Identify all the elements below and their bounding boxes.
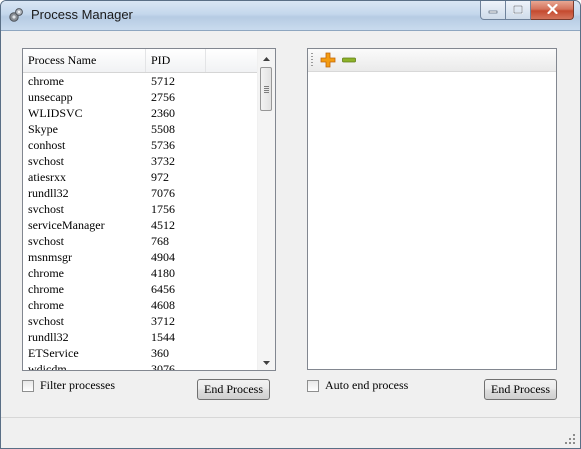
process-name-cell: chrome <box>28 74 64 88</box>
list-header: Process Name PID <box>23 49 257 73</box>
process-name-cell: unsecapp <box>28 90 73 104</box>
table-row[interactable]: svchost 1756 <box>23 201 257 217</box>
table-row[interactable]: ETService 360 <box>23 345 257 361</box>
column-header-process-name[interactable]: Process Name <box>23 49 146 72</box>
minimize-button[interactable] <box>480 1 506 20</box>
process-name-cell: svchost <box>28 314 64 328</box>
panel-toolbar <box>308 49 556 72</box>
pid-cell: 5736 <box>151 138 175 152</box>
process-name-cell: WLIDSVC <box>28 106 83 120</box>
table-row[interactable]: chrome 5712 <box>23 73 257 89</box>
table-row[interactable]: msnmsgr 4904 <box>23 249 257 265</box>
process-name-cell: conhost <box>28 138 66 152</box>
process-name-cell: chrome <box>28 298 64 312</box>
process-name-cell: serviceManager <box>28 218 105 232</box>
resize-grip-icon[interactable] <box>564 433 576 445</box>
pid-cell: 1756 <box>151 202 175 216</box>
pid-cell: 6456 <box>151 282 175 296</box>
table-row[interactable]: WLIDSVC 2360 <box>23 105 257 121</box>
maximize-button[interactable] <box>506 1 531 20</box>
pid-cell: 972 <box>151 170 169 184</box>
toolbar-grip[interactable] <box>311 53 313 67</box>
process-name-cell: svchost <box>28 234 64 248</box>
client-area: Process Name PID chrome 5712 unsecapp 2756 W… <box>9 31 572 417</box>
table-row[interactable]: wdicdm 3076 <box>23 361 257 371</box>
pid-cell: 768 <box>151 234 169 248</box>
column-header-pid[interactable]: PID <box>146 49 206 72</box>
table-row[interactable]: svchost 768 <box>23 233 257 249</box>
maximize-icon <box>513 3 523 18</box>
caption-buttons <box>480 1 574 21</box>
close-button[interactable] <box>531 1 574 20</box>
pid-cell: 4608 <box>151 298 175 312</box>
scroll-up-button[interactable] <box>258 49 275 66</box>
pid-cell: 3732 <box>151 154 175 168</box>
auto-end-process-label[interactable]: Auto end process <box>325 378 408 393</box>
table-row[interactable]: rundll32 1544 <box>23 329 257 345</box>
table-row[interactable]: serviceManager 4512 <box>23 217 257 233</box>
grip-line <box>264 90 269 91</box>
table-row[interactable]: svchost 3732 <box>23 153 257 169</box>
filter-processes-checkbox[interactable] <box>22 380 34 392</box>
process-name-cell: rundll32 <box>28 186 69 200</box>
grip-line <box>264 92 269 93</box>
minimize-icon <box>488 3 498 18</box>
pid-cell: 3712 <box>151 314 175 328</box>
close-icon <box>546 3 558 18</box>
process-name-cell: Skype <box>28 122 58 136</box>
table-row[interactable]: rundll32 7076 <box>23 185 257 201</box>
pid-cell: 360 <box>151 346 169 360</box>
vertical-scrollbar[interactable] <box>257 49 275 370</box>
grip-line <box>264 88 269 89</box>
pid-cell: 3076 <box>151 362 175 371</box>
table-row[interactable]: unsecapp 2756 <box>23 89 257 105</box>
table-row[interactable]: svchost 3712 <box>23 313 257 329</box>
process-name-cell: wdicdm <box>28 362 67 371</box>
pid-cell: 4512 <box>151 218 175 232</box>
process-rows: chrome 5712 unsecapp 2756 WLIDSVC 2360 Skype 55… <box>23 73 257 371</box>
pid-cell: 2756 <box>151 90 175 104</box>
pid-cell: 1544 <box>151 330 175 344</box>
filter-processes-label[interactable]: Filter processes <box>40 378 115 393</box>
title-bar[interactable]: Process Manager <box>1 1 580 31</box>
table-row[interactable]: Skype 5508 <box>23 121 257 137</box>
end-process-button-right[interactable]: End Process <box>484 379 557 400</box>
process-name-cell: svchost <box>28 202 64 216</box>
pid-cell: 2360 <box>151 106 175 120</box>
scroll-thumb[interactable] <box>260 67 272 111</box>
remove-icon[interactable] <box>341 52 357 68</box>
pid-cell: 5508 <box>151 122 175 136</box>
scroll-down-button[interactable] <box>258 353 275 370</box>
pid-cell: 4904 <box>151 250 175 264</box>
table-row[interactable]: conhost 5736 <box>23 137 257 153</box>
watch-list-panel[interactable] <box>307 48 557 370</box>
pid-cell: 7076 <box>151 186 175 200</box>
table-row[interactable]: chrome 4180 <box>23 265 257 281</box>
end-process-button-left[interactable]: End Process <box>197 379 270 400</box>
process-name-cell: rundll32 <box>28 330 69 344</box>
auto-end-process-checkbox[interactable] <box>307 380 319 392</box>
pid-cell: 5712 <box>151 74 175 88</box>
window-title: Process Manager <box>31 7 133 22</box>
add-icon[interactable] <box>320 52 336 68</box>
process-name-cell: svchost <box>28 154 64 168</box>
chevron-up-icon <box>263 50 270 65</box>
chevron-down-icon <box>263 354 270 369</box>
process-name-cell: chrome <box>28 266 64 280</box>
table-row[interactable]: chrome 6456 <box>23 281 257 297</box>
status-bar <box>1 417 580 448</box>
process-name-cell: atiesrxx <box>28 170 66 184</box>
gear-icon[interactable] <box>8 7 24 23</box>
pid-cell: 4180 <box>151 266 175 280</box>
process-name-cell: chrome <box>28 282 64 296</box>
process-name-cell: ETService <box>28 346 79 360</box>
grip-line <box>264 86 269 87</box>
process-list[interactable]: Process Name PID chrome 5712 unsecapp 2756 W… <box>22 48 276 371</box>
table-row[interactable]: atiesrxx 972 <box>23 169 257 185</box>
table-row[interactable]: chrome 4608 <box>23 297 257 313</box>
process-name-cell: msnmsgr <box>28 250 73 264</box>
process-manager-window: Process Manager Process Name PID chrome … <box>0 0 581 449</box>
